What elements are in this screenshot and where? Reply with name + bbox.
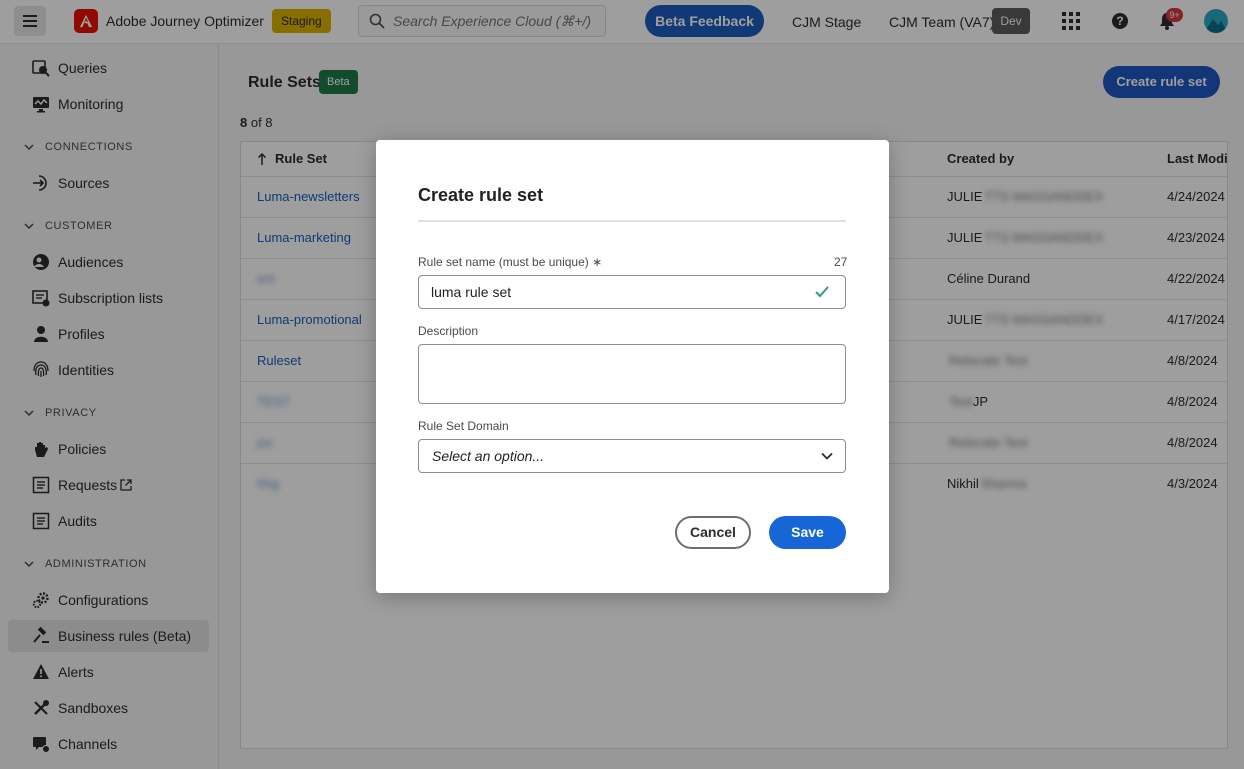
required-indicator: ∗ [592,255,603,269]
rule-set-domain-label: Rule Set Domain [418,419,509,433]
label-text: Rule set name (must be unique) [418,255,589,269]
valid-checkmark-icon [815,286,829,298]
description-label: Description [418,324,479,338]
save-button[interactable]: Save [769,516,846,549]
character-count: 27 [834,255,848,269]
rule-set-name-label: Rule set name (must be unique) ∗ [418,255,602,269]
input-value: luma rule set [431,284,512,300]
cancel-button[interactable]: Cancel [675,516,751,549]
description-textarea[interactable] [418,344,846,404]
rule-set-name-input[interactable]: luma rule set [418,275,846,309]
dialog-title: Create rule set [418,185,544,205]
dialog-divider [418,220,846,222]
chevron-down-icon [821,452,833,460]
select-placeholder: Select an option... [432,448,545,464]
create-rule-set-dialog: Create rule set Rule set name (must be u… [376,140,889,593]
rule-set-domain-select[interactable]: Select an option... [418,439,846,473]
